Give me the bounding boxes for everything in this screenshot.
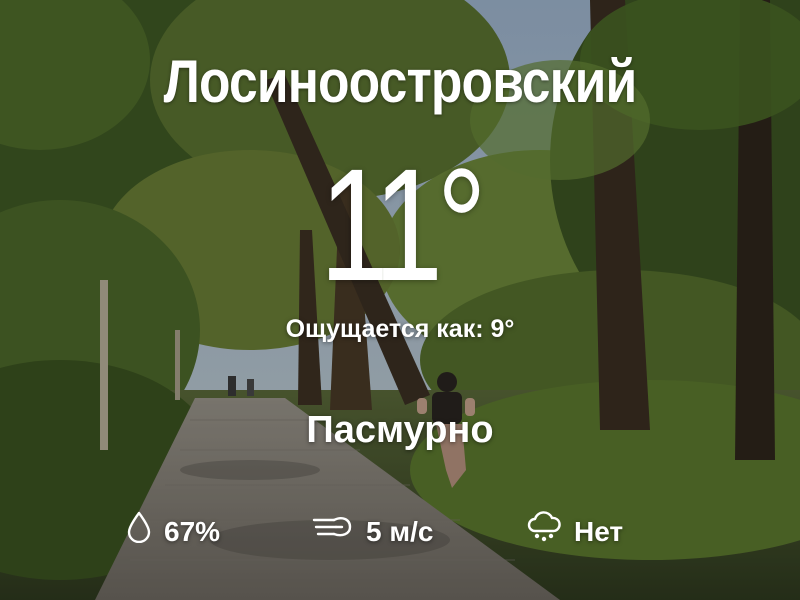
location-name: Лосиноостровский: [163, 48, 637, 115]
humidity-value: 67%: [164, 516, 221, 547]
precipitation-metric: Нет: [526, 510, 624, 554]
wind-metric: 5 м/с: [312, 512, 433, 552]
weather-condition: Пасмурно: [306, 409, 494, 451]
wind-value: 5 м/с: [366, 516, 434, 547]
current-temperature: 11°: [319, 135, 487, 314]
humidity-metric: 67%: [126, 511, 221, 554]
weather-widget: Лосиноостровский 11° Ощущается как: 9° П…: [0, 0, 800, 600]
droplet-icon: [126, 511, 152, 554]
precipitation-value: Нет: [574, 516, 624, 547]
cloud-hail-icon: [526, 510, 562, 554]
feels-like-temperature: Ощущается как: 9°: [285, 315, 515, 343]
wind-icon: [312, 512, 354, 552]
